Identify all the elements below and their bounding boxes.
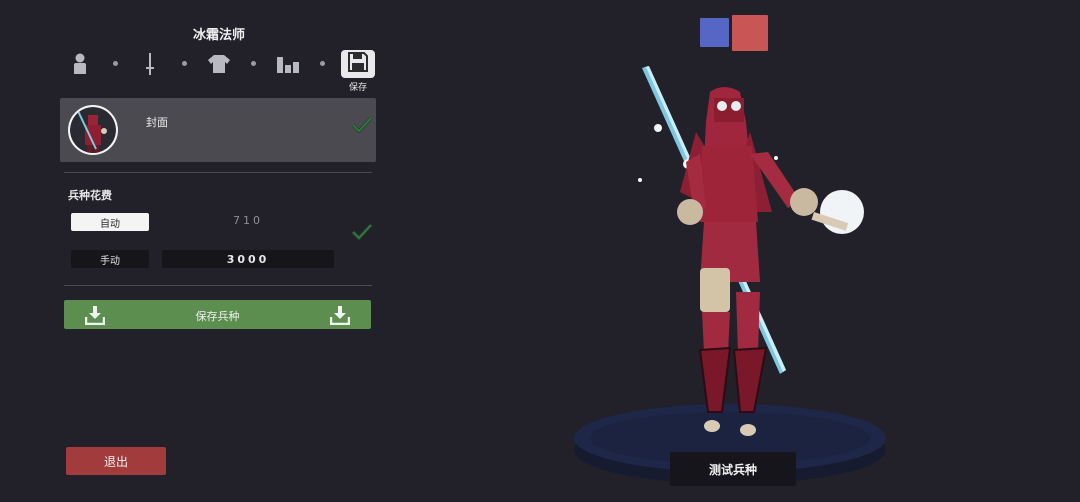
divider (64, 172, 372, 173)
auto-cost-button[interactable]: 自动 (71, 213, 149, 231)
team-color-blue-swatch[interactable] (700, 18, 729, 47)
manual-cost-input[interactable] (162, 250, 334, 268)
unit-model-preview[interactable] (600, 62, 890, 442)
step-separator (182, 61, 187, 66)
download-icon (329, 305, 351, 326)
manual-cost-button[interactable]: 手动 (71, 250, 149, 268)
step-separator (113, 61, 118, 66)
divider (64, 285, 372, 286)
save-step-label: 保存 (348, 83, 367, 93)
team-color-red-swatch[interactable] (732, 15, 768, 51)
step-separator (251, 61, 256, 66)
person-icon[interactable] (68, 52, 92, 76)
cover-label: 封面 (146, 116, 168, 129)
save-unit-label: 保存兵种 (195, 310, 240, 323)
step-separator (320, 61, 325, 66)
check-icon (351, 116, 373, 134)
cost-title: 兵种花费 (68, 189, 112, 202)
unit-portrait-icon (68, 105, 118, 155)
cover-card[interactable]: 封面 (60, 98, 376, 162)
save-unit-button[interactable]: 保存兵种 (64, 300, 371, 329)
stats-icon[interactable] (276, 52, 300, 76)
shirt-icon[interactable] (207, 52, 231, 76)
test-unit-button[interactable]: 测试兵种 (670, 452, 796, 486)
save-icon (347, 51, 369, 77)
exit-button[interactable]: 退出 (66, 447, 166, 475)
unit-name-title: 冰霜法师 (192, 28, 245, 43)
check-icon (351, 223, 373, 241)
auto-cost-value: 710 (233, 214, 263, 227)
sword-icon[interactable] (138, 52, 162, 76)
save-step-button[interactable] (341, 50, 375, 78)
